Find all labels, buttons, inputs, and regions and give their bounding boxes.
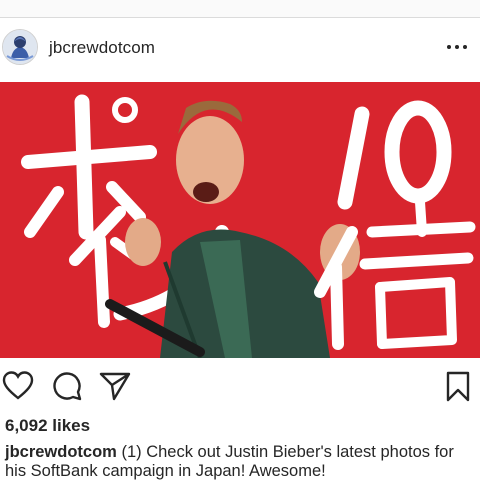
post-actions	[0, 370, 480, 404]
avatar[interactable]	[2, 29, 38, 65]
more-options-icon[interactable]	[442, 36, 472, 58]
avatar-image	[3, 30, 37, 64]
post-caption: jbcrewdotcom (1) Check out Justin Bieber…	[5, 443, 475, 481]
share-icon[interactable]	[99, 370, 131, 402]
post-header: jbcrewdotcom	[0, 26, 480, 72]
post-username[interactable]: jbcrewdotcom	[49, 38, 155, 58]
heart-icon[interactable]	[2, 370, 34, 402]
status-bar	[0, 0, 480, 18]
caption-username[interactable]: jbcrewdotcom	[5, 443, 117, 461]
comment-icon[interactable]	[51, 370, 83, 402]
post-image[interactable]	[0, 82, 480, 358]
post-photo	[0, 82, 480, 358]
likes-count[interactable]: 6,092 likes	[5, 416, 90, 436]
bookmark-icon[interactable]	[442, 370, 474, 402]
